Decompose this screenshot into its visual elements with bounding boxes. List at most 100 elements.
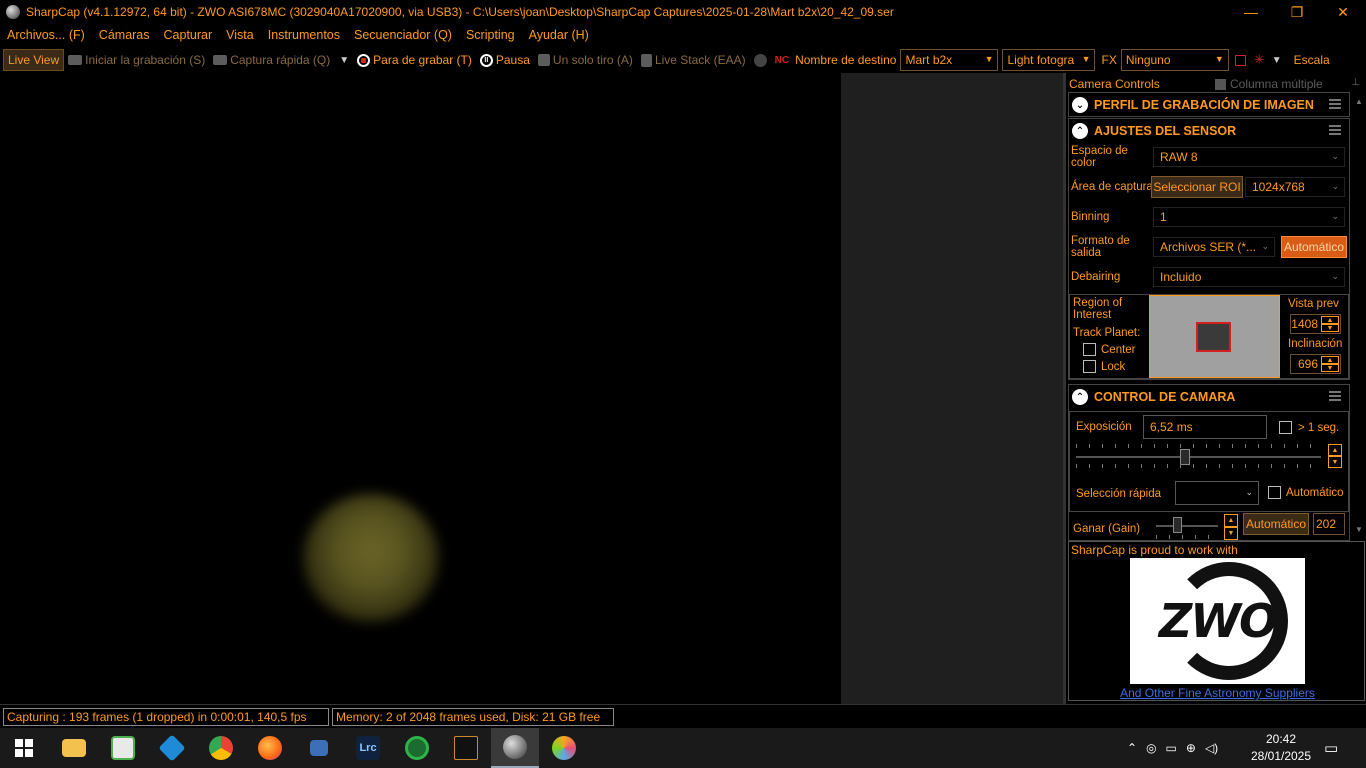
scale-label[interactable]: Escala xyxy=(1286,49,1334,71)
gain-value-field[interactable]: 202 xyxy=(1313,513,1345,535)
maximize-button[interactable]: ❐ xyxy=(1274,0,1320,24)
menu-ayudar[interactable]: Ayudar (H) xyxy=(522,28,596,42)
menu-icon[interactable] xyxy=(1329,125,1341,135)
panel-scrollbar[interactable]: ▲ ▼ xyxy=(1353,93,1366,541)
exposure-down-icon[interactable]: ▼ xyxy=(1328,456,1342,468)
profile-section-header[interactable]: ⌄ PERFIL DE GRABACIÓN DE IMAGEN xyxy=(1069,93,1349,117)
output-auto-button[interactable]: Automático xyxy=(1281,236,1347,258)
menu-icon[interactable] xyxy=(1329,391,1341,401)
chrome-icon[interactable] xyxy=(197,728,245,768)
debayer-select[interactable]: Incluido ⌄ xyxy=(1153,267,1345,287)
multi-column-toggle[interactable]: Columna múltiple xyxy=(1215,77,1323,91)
vscode-icon[interactable] xyxy=(148,728,196,768)
center-option[interactable]: Center xyxy=(1083,343,1136,356)
tilt-spinner[interactable]: 696 ▲ ▼ xyxy=(1290,354,1341,374)
webcam-icon[interactable]: ◎ xyxy=(1146,741,1156,755)
gain-down-icon[interactable]: ▼ xyxy=(1224,527,1238,540)
spin-up-icon[interactable]: ▲ xyxy=(1321,356,1339,364)
quick-select-auto-checkbox[interactable] xyxy=(1268,486,1281,499)
select-roi-button[interactable]: Seleccionar ROI xyxy=(1151,176,1243,198)
lightroom-icon[interactable]: Lrc xyxy=(344,728,392,768)
multi-column-checkbox[interactable] xyxy=(1215,78,1226,90)
sharpcap-taskbar-icon[interactable] xyxy=(491,728,539,768)
start-capture-button[interactable]: Iniciar la grabación (S) xyxy=(64,49,209,71)
quick-capture-button[interactable]: Captura rápida (Q) ▼ xyxy=(209,49,353,71)
exposure-up-icon[interactable]: ▲ xyxy=(1328,444,1342,456)
zwo-logo[interactable]: ZWO xyxy=(1130,558,1305,684)
camera-viewport[interactable] xyxy=(0,73,841,704)
binning-select[interactable]: 1 ⌄ xyxy=(1153,207,1345,227)
chevron-down-icon[interactable]: ▼ xyxy=(339,55,349,66)
spin-down-icon[interactable]: ▼ xyxy=(1321,364,1339,372)
chevron-up-icon[interactable]: ⌃ xyxy=(1072,389,1088,405)
pin-icon[interactable]: ⊥ xyxy=(1351,77,1360,88)
lock-checkbox[interactable] xyxy=(1083,360,1096,373)
live-view-button[interactable]: Live View xyxy=(3,49,65,71)
sharpcap-app-icon[interactable] xyxy=(6,5,20,19)
roi-selection-rect[interactable] xyxy=(1196,322,1231,352)
spin-up-icon[interactable]: ▲ xyxy=(1321,316,1339,324)
camera-app-icon[interactable] xyxy=(393,728,441,768)
file-explorer-icon[interactable] xyxy=(50,728,98,768)
crosshair-button[interactable]: ✳ ▼ xyxy=(1250,49,1286,71)
clock[interactable]: 20:42 28/01/2025 xyxy=(1248,731,1314,765)
scroll-up-icon[interactable]: ▲ xyxy=(1355,97,1363,106)
over-one-sec-option[interactable]: > 1 seg. xyxy=(1279,421,1339,434)
astro-app-icon[interactable] xyxy=(442,728,490,768)
gain-up-icon[interactable]: ▲ xyxy=(1224,514,1238,527)
network-app-icon[interactable] xyxy=(295,728,343,768)
spin-down-icon[interactable]: ▼ xyxy=(1321,324,1339,332)
fx-select[interactable]: Ninguno ▼ xyxy=(1120,49,1229,71)
roi-preview[interactable] xyxy=(1149,295,1280,378)
over-one-sec-checkbox[interactable] xyxy=(1279,421,1292,434)
minimize-button[interactable]: — xyxy=(1228,0,1274,24)
lock-option[interactable]: Lock xyxy=(1083,360,1125,373)
quick-select-auto-option[interactable]: Automático xyxy=(1268,486,1344,499)
gain-auto-button[interactable]: Automático xyxy=(1243,513,1309,535)
menu-icon[interactable] xyxy=(1329,99,1341,109)
scroll-down-icon[interactable]: ▼ xyxy=(1355,525,1363,534)
menu-camaras[interactable]: Cámaras xyxy=(92,28,157,42)
capture-type-select[interactable]: Light fotogra ▼ xyxy=(1002,49,1096,71)
pause-button[interactable]: II Pausa xyxy=(476,49,534,71)
paint-icon[interactable] xyxy=(540,728,588,768)
battery-icon[interactable]: ▭ xyxy=(1166,741,1177,755)
histogram-button[interactable]: NC xyxy=(771,49,793,71)
menu-capturar[interactable]: Capturar xyxy=(157,28,220,42)
firefox-icon[interactable] xyxy=(246,728,294,768)
quick-select-dropdown[interactable]: ⌄ xyxy=(1175,481,1259,505)
reticle-button[interactable] xyxy=(1229,49,1250,71)
menu-vista[interactable]: Vista xyxy=(219,28,261,42)
sensor-section-header[interactable]: ⌃ AJUSTES DEL SENSOR xyxy=(1069,119,1349,143)
exposure-slider-track[interactable] xyxy=(1076,456,1321,458)
menu-instrumentos[interactable]: Instrumentos xyxy=(261,28,347,42)
preview-spinner[interactable]: 1408 ▲ ▼ xyxy=(1290,314,1341,334)
speaker-icon[interactable]: ◁) xyxy=(1205,741,1218,755)
target-name-select[interactable]: Mart b2x ▼ xyxy=(900,49,999,71)
menu-scripting[interactable]: Scripting xyxy=(459,28,522,42)
chevron-up-icon[interactable]: ⌃ xyxy=(1072,123,1088,139)
camera-control-section-header[interactable]: ⌃ CONTROL DE CAMARA xyxy=(1069,385,1349,409)
windows-start-icon[interactable] xyxy=(0,728,48,768)
exposure-slider-thumb[interactable] xyxy=(1180,449,1190,465)
exposure-input[interactable]: 6,52 ms xyxy=(1143,415,1267,439)
dark-frame-button[interactable] xyxy=(750,49,771,71)
live-stack-button[interactable]: Live Stack (EAA) xyxy=(637,49,750,71)
center-checkbox[interactable] xyxy=(1083,343,1096,356)
close-button[interactable]: ✕ xyxy=(1320,0,1366,24)
color-space-select[interactable]: RAW 8 ⌄ xyxy=(1153,147,1345,167)
suppliers-link[interactable]: And Other Fine Astronomy Suppliers xyxy=(1069,686,1366,700)
notification-icon[interactable]: ▭ xyxy=(1324,728,1344,768)
menu-archivos[interactable]: Archivos... (F) xyxy=(0,28,92,42)
capture-area-select[interactable]: 1024x768 ⌄ xyxy=(1245,177,1345,197)
globe-icon[interactable]: ⊕ xyxy=(1186,741,1196,755)
gain-slider-track[interactable] xyxy=(1156,525,1218,527)
output-format-select[interactable]: Archivos SER (*... ⌄ xyxy=(1153,237,1275,257)
chevron-up-icon[interactable]: ⌃ xyxy=(1127,741,1137,755)
notepad-chart-icon[interactable] xyxy=(99,728,147,768)
menu-secuenciador[interactable]: Secuenciador (Q) xyxy=(347,28,459,42)
gain-slider-thumb[interactable] xyxy=(1173,517,1182,533)
chevron-down-icon[interactable]: ⌄ xyxy=(1072,97,1088,113)
stop-recording-button[interactable]: Para de grabar (T) xyxy=(353,49,476,71)
single-shot-button[interactable]: Un solo tiro (A) xyxy=(534,49,637,71)
